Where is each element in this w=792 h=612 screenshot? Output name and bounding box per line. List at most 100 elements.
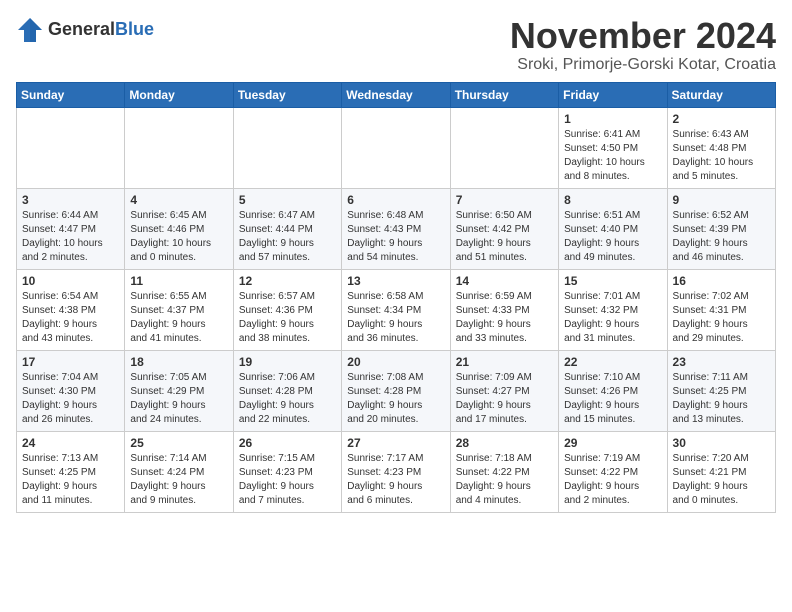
calendar-cell: 5 Sunrise: 6:47 AM Sunset: 4:44 PM Daylig… <box>233 188 341 269</box>
page-header: GeneralBlue November 2024 Sroki, Primorj… <box>16 16 776 74</box>
logo-text: GeneralBlue <box>48 20 154 40</box>
day-number: 27 <box>347 436 444 450</box>
calendar-cell: 22Sunrise: 7:10 AM Sunset: 4:26 PM Dayli… <box>559 350 667 431</box>
day-info: Sunrise: 6:50 AM Sunset: 4:42 PM Dayligh… <box>456 209 553 265</box>
calendar-cell: 18 Sunrise: 7:05 AM Sunset: 4:29 PM Dayli… <box>125 350 233 431</box>
calendar-cell: 9 Sunrise: 6:52 AM Sunset: 4:39 PM Daylig… <box>667 188 775 269</box>
calendar-cell <box>233 107 341 188</box>
day-number: 6 <box>347 193 444 207</box>
day-number: 18 <box>130 355 227 369</box>
calendar-cell: 6 Sunrise: 6:48 AM Sunset: 4:43 PM Daylig… <box>342 188 450 269</box>
day-info: Sunrise: 7:17 AM Sunset: 4:23 PM Dayligh… <box>347 452 444 508</box>
day-info: Sunrise: 7:05 AM Sunset: 4:29 PM Dayligh… <box>130 371 227 427</box>
calendar-cell <box>342 107 450 188</box>
calendar-week-2: 3Sunrise: 6:44 AM Sunset: 4:47 PM Daylig… <box>17 188 776 269</box>
day-info: Sunrise: 7:04 AM Sunset: 4:30 PM Dayligh… <box>22 371 119 427</box>
day-info: Sunrise: 6:58 AM Sunset: 4:34 PM Dayligh… <box>347 290 444 346</box>
day-info: Sunrise: 7:13 AM Sunset: 4:25 PM Dayligh… <box>22 452 119 508</box>
calendar-cell: 21 Sunrise: 7:09 AM Sunset: 4:27 PM Dayli… <box>450 350 558 431</box>
day-info: Sunrise: 7:20 AM Sunset: 4:21 PM Dayligh… <box>673 452 770 508</box>
calendar-cell: 19Sunrise: 7:06 AM Sunset: 4:28 PM Dayli… <box>233 350 341 431</box>
day-number: 30 <box>673 436 770 450</box>
calendar-week-5: 24 Sunrise: 7:13 AM Sunset: 4:25 PM Dayli… <box>17 431 776 512</box>
day-info: Sunrise: 6:57 AM Sunset: 4:36 PM Dayligh… <box>239 290 336 346</box>
calendar-week-4: 17 Sunrise: 7:04 AM Sunset: 4:30 PM Dayli… <box>17 350 776 431</box>
header-row: SundayMondayTuesdayWednesdayThursdayFrid… <box>17 82 776 107</box>
calendar-cell <box>125 107 233 188</box>
logo-blue: Blue <box>115 19 154 39</box>
header-saturday: Saturday <box>667 82 775 107</box>
calendar-cell: 4 Sunrise: 6:45 AM Sunset: 4:46 PM Daylig… <box>125 188 233 269</box>
calendar-cell: 28Sunrise: 7:18 AM Sunset: 4:22 PM Dayli… <box>450 431 558 512</box>
day-info: Sunrise: 7:15 AM Sunset: 4:23 PM Dayligh… <box>239 452 336 508</box>
day-info: Sunrise: 6:48 AM Sunset: 4:43 PM Dayligh… <box>347 209 444 265</box>
header-monday: Monday <box>125 82 233 107</box>
day-info: Sunrise: 7:11 AM Sunset: 4:25 PM Dayligh… <box>673 371 770 427</box>
calendar-cell: 3Sunrise: 6:44 AM Sunset: 4:47 PM Daylig… <box>17 188 125 269</box>
day-info: Sunrise: 6:54 AM Sunset: 4:38 PM Dayligh… <box>22 290 119 346</box>
calendar-cell: 11Sunrise: 6:55 AM Sunset: 4:37 PM Dayli… <box>125 269 233 350</box>
day-number: 7 <box>456 193 553 207</box>
day-info: Sunrise: 6:45 AM Sunset: 4:46 PM Dayligh… <box>130 209 227 265</box>
header-sunday: Sunday <box>17 82 125 107</box>
calendar-cell: 24 Sunrise: 7:13 AM Sunset: 4:25 PM Dayli… <box>17 431 125 512</box>
calendar-cell: 10 Sunrise: 6:54 AM Sunset: 4:38 PM Dayli… <box>17 269 125 350</box>
day-number: 26 <box>239 436 336 450</box>
calendar-cell: 15 Sunrise: 7:01 AM Sunset: 4:32 PM Dayli… <box>559 269 667 350</box>
day-number: 15 <box>564 274 661 288</box>
day-info: Sunrise: 6:59 AM Sunset: 4:33 PM Dayligh… <box>456 290 553 346</box>
location-subtitle: Sroki, Primorje-Gorski Kotar, Croatia <box>510 56 776 74</box>
day-info: Sunrise: 7:08 AM Sunset: 4:28 PM Dayligh… <box>347 371 444 427</box>
logo-icon <box>16 16 44 44</box>
day-info: Sunrise: 7:19 AM Sunset: 4:22 PM Dayligh… <box>564 452 661 508</box>
day-number: 3 <box>22 193 119 207</box>
calendar-cell <box>450 107 558 188</box>
month-title: November 2024 <box>510 16 776 56</box>
calendar-cell: 17 Sunrise: 7:04 AM Sunset: 4:30 PM Dayli… <box>17 350 125 431</box>
day-info: Sunrise: 6:41 AM Sunset: 4:50 PM Dayligh… <box>564 128 661 184</box>
calendar-cell: 23 Sunrise: 7:11 AM Sunset: 4:25 PM Dayli… <box>667 350 775 431</box>
calendar-cell: 2 Sunrise: 6:43 AM Sunset: 4:48 PM Daylig… <box>667 107 775 188</box>
day-info: Sunrise: 6:43 AM Sunset: 4:48 PM Dayligh… <box>673 128 770 184</box>
day-number: 12 <box>239 274 336 288</box>
logo-general: General <box>48 19 115 39</box>
calendar-week-1: 1 Sunrise: 6:41 AM Sunset: 4:50 PM Daylig… <box>17 107 776 188</box>
day-info: Sunrise: 7:02 AM Sunset: 4:31 PM Dayligh… <box>673 290 770 346</box>
day-info: Sunrise: 7:09 AM Sunset: 4:27 PM Dayligh… <box>456 371 553 427</box>
day-number: 22 <box>564 355 661 369</box>
day-number: 17 <box>22 355 119 369</box>
day-number: 16 <box>673 274 770 288</box>
calendar: SundayMondayTuesdayWednesdayThursdayFrid… <box>16 82 776 513</box>
day-info: Sunrise: 7:06 AM Sunset: 4:28 PM Dayligh… <box>239 371 336 427</box>
day-number: 13 <box>347 274 444 288</box>
calendar-body: 1 Sunrise: 6:41 AM Sunset: 4:50 PM Daylig… <box>17 107 776 512</box>
day-info: Sunrise: 7:01 AM Sunset: 4:32 PM Dayligh… <box>564 290 661 346</box>
day-info: Sunrise: 6:52 AM Sunset: 4:39 PM Dayligh… <box>673 209 770 265</box>
day-number: 10 <box>22 274 119 288</box>
calendar-cell: 7 Sunrise: 6:50 AM Sunset: 4:42 PM Daylig… <box>450 188 558 269</box>
day-number: 25 <box>130 436 227 450</box>
header-friday: Friday <box>559 82 667 107</box>
calendar-cell: 13 Sunrise: 6:58 AM Sunset: 4:34 PM Dayli… <box>342 269 450 350</box>
day-info: Sunrise: 7:18 AM Sunset: 4:22 PM Dayligh… <box>456 452 553 508</box>
day-info: Sunrise: 6:55 AM Sunset: 4:37 PM Dayligh… <box>130 290 227 346</box>
day-number: 9 <box>673 193 770 207</box>
day-number: 2 <box>673 112 770 126</box>
calendar-cell: 16 Sunrise: 7:02 AM Sunset: 4:31 PM Dayli… <box>667 269 775 350</box>
day-number: 20 <box>347 355 444 369</box>
day-info: Sunrise: 7:14 AM Sunset: 4:24 PM Dayligh… <box>130 452 227 508</box>
day-number: 24 <box>22 436 119 450</box>
day-number: 21 <box>456 355 553 369</box>
day-number: 1 <box>564 112 661 126</box>
day-info: Sunrise: 6:47 AM Sunset: 4:44 PM Dayligh… <box>239 209 336 265</box>
calendar-cell: 1 Sunrise: 6:41 AM Sunset: 4:50 PM Daylig… <box>559 107 667 188</box>
header-wednesday: Wednesday <box>342 82 450 107</box>
calendar-cell: 12 Sunrise: 6:57 AM Sunset: 4:36 PM Dayli… <box>233 269 341 350</box>
day-number: 29 <box>564 436 661 450</box>
day-number: 5 <box>239 193 336 207</box>
calendar-cell: 25 Sunrise: 7:14 AM Sunset: 4:24 PM Dayli… <box>125 431 233 512</box>
day-number: 4 <box>130 193 227 207</box>
calendar-week-3: 10 Sunrise: 6:54 AM Sunset: 4:38 PM Dayli… <box>17 269 776 350</box>
calendar-cell: 30 Sunrise: 7:20 AM Sunset: 4:21 PM Dayli… <box>667 431 775 512</box>
day-number: 23 <box>673 355 770 369</box>
